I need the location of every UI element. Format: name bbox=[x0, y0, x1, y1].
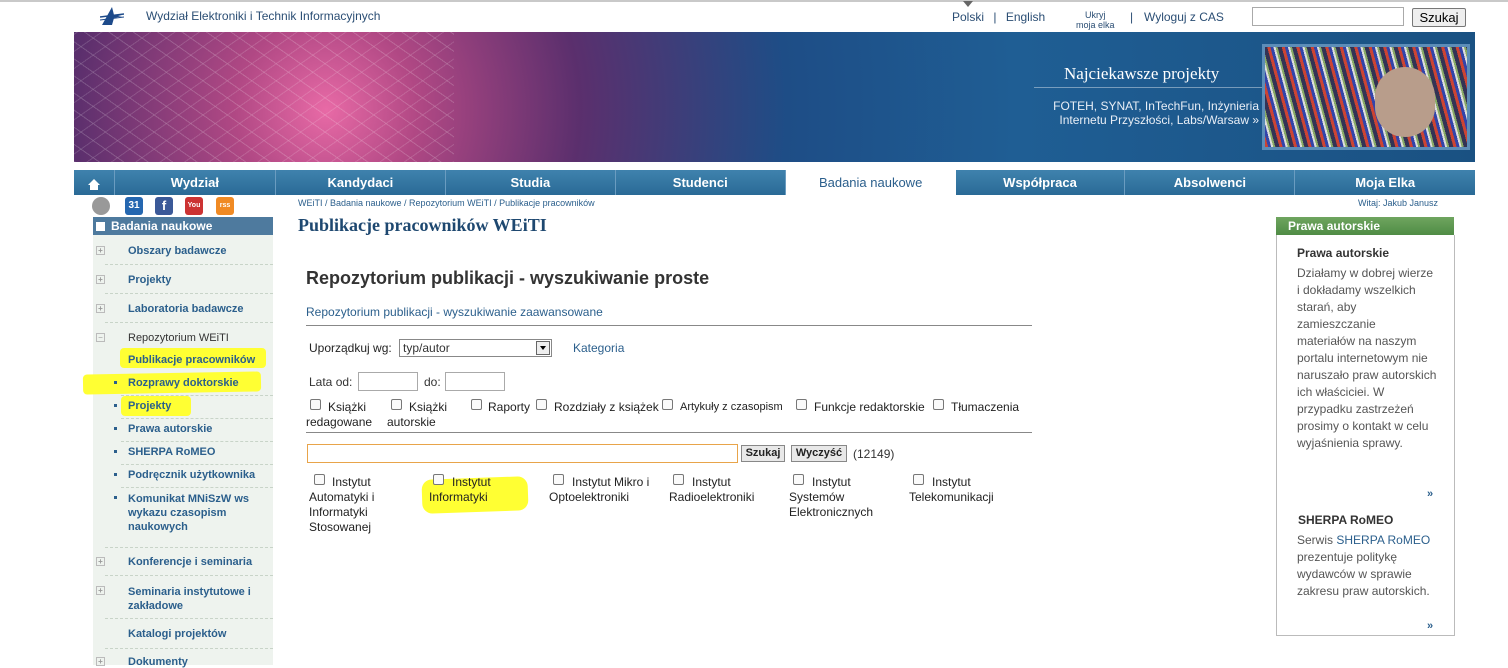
years-from-label: Lata od: bbox=[309, 375, 353, 389]
nav-absolwenci[interactable]: Absolwenci bbox=[1125, 170, 1296, 195]
right-panel-header: Prawa autorskie bbox=[1276, 217, 1454, 235]
copyright-text: Działamy w dobrej wierze i dokładamy wsz… bbox=[1297, 266, 1437, 450]
logout-link[interactable]: Wyloguj z CAS bbox=[1144, 10, 1224, 24]
sherpa-link[interactable]: SHERPA RoMEO bbox=[1336, 533, 1430, 547]
result-count: (12149) bbox=[853, 447, 895, 461]
type-checkbox-funkcje[interactable] bbox=[796, 399, 807, 410]
lang-english-link[interactable]: English bbox=[1006, 10, 1045, 24]
copyright-more-link[interactable]: » bbox=[1427, 488, 1433, 500]
nav-studenci[interactable]: Studenci bbox=[615, 170, 786, 195]
banner: Najciekawsze projekty FOTEH, SYNAT, InTe… bbox=[74, 32, 1475, 162]
institute-label: Instytut Informatyki bbox=[429, 475, 491, 504]
welcome-user[interactable]: Witaj: Jakub Janusz bbox=[1358, 198, 1438, 208]
sherpa-title: SHERPA RoMEO bbox=[1298, 513, 1394, 527]
collapse-icon[interactable]: − bbox=[96, 333, 105, 342]
search-button[interactable]: Szukaj bbox=[741, 445, 785, 462]
calendar-icon[interactable]: 31 bbox=[125, 197, 143, 215]
banner-graphic bbox=[74, 32, 454, 162]
logout-separator: | bbox=[1130, 10, 1134, 24]
institute-label: Instytut Automatyki i Informatyki Stosow… bbox=[309, 475, 375, 534]
rss-icon[interactable]: rss bbox=[216, 197, 234, 215]
type-checkbox-rozdzialy[interactable] bbox=[536, 399, 547, 410]
sort-label: Uporządkuj wg: bbox=[309, 341, 392, 355]
main-search-input[interactable] bbox=[307, 444, 738, 463]
type-label: Książki autorskie bbox=[387, 400, 448, 429]
institute-label: Instytut Mikro i Optoelektroniki bbox=[549, 475, 650, 504]
hide-line1: Ukryj bbox=[1085, 10, 1106, 20]
home-icon bbox=[87, 179, 100, 190]
sherpa-more-link[interactable]: » bbox=[1427, 620, 1433, 632]
nav-wydzial[interactable]: Wydział bbox=[114, 170, 276, 195]
sidebar: + Obszary badawcze + Projekty + Laboratoria… bbox=[82, 235, 273, 668]
top-border bbox=[0, 0, 1508, 2]
type-checkbox-raporty[interactable] bbox=[471, 399, 482, 410]
breadcrumb[interactable]: WEiTI / Badania naukowe / Repozytorium W… bbox=[298, 198, 595, 208]
banner-title: Najciekawsze projekty bbox=[1064, 64, 1220, 83]
divider bbox=[306, 325, 1032, 326]
institute-label: Instytut Radioelektroniki bbox=[669, 475, 755, 504]
expand-icon[interactable]: + bbox=[96, 275, 105, 284]
sidebar-title: Badania naukowe bbox=[111, 219, 213, 233]
copyright-title: Prawa autorskie bbox=[1297, 246, 1390, 260]
language-switcher: Polski | English bbox=[952, 10, 1051, 24]
youtube-icon[interactable]: You bbox=[185, 197, 203, 215]
lang-caret-icon bbox=[963, 1, 973, 7]
type-label: Książki redagowane bbox=[306, 400, 373, 429]
expand-icon[interactable]: + bbox=[96, 246, 105, 255]
sort-select-value: typ/autor bbox=[403, 341, 450, 355]
top-search-input[interactable] bbox=[1252, 7, 1404, 26]
top-search-button[interactable]: Szukaj bbox=[1412, 8, 1466, 27]
type-label: Tłumaczenia bbox=[951, 400, 1020, 414]
years-from-input[interactable] bbox=[358, 372, 418, 391]
institute-label: Instytut Telekomunikacji bbox=[909, 475, 994, 504]
chevron-down-icon[interactable] bbox=[536, 341, 550, 355]
nav-moja-elka[interactable]: Moja Elka bbox=[1295, 170, 1475, 195]
sort-select[interactable]: typ/autor bbox=[399, 339, 552, 357]
faculty-name-link[interactable]: Wydział Elektroniki i Technik Informacyj… bbox=[146, 9, 380, 23]
page-title: Publikacje pracowników WEiTI bbox=[298, 215, 547, 235]
banner-divider bbox=[1034, 87, 1262, 88]
years-to-label: do: bbox=[424, 375, 441, 389]
type-label: Rozdziały z książek bbox=[554, 400, 659, 414]
nav-badania-naukowe[interactable]: Badania naukowe bbox=[785, 170, 956, 195]
nav-kandydaci[interactable]: Kandydaci bbox=[275, 170, 446, 195]
sidebar-header: Badania naukowe bbox=[93, 217, 273, 235]
banner-photo[interactable] bbox=[1262, 44, 1470, 150]
years-to-input[interactable] bbox=[445, 372, 505, 391]
type-label: Funkcje redaktorskie bbox=[814, 400, 925, 414]
divider bbox=[306, 432, 1032, 433]
type-label: Raporty bbox=[488, 400, 531, 414]
search-title: Repozytorium publikacji - wyszukiwanie p… bbox=[306, 268, 710, 288]
type-checkbox-tlumaczenia[interactable] bbox=[933, 399, 944, 410]
nav-wspolpraca[interactable]: Współpraca bbox=[955, 170, 1126, 195]
banner-description-link[interactable]: FOTEH, SYNAT, InTechFun, Inżynieria Inte… bbox=[1039, 99, 1259, 127]
lang-polish-link[interactable]: Polski bbox=[952, 10, 984, 24]
facebook-icon[interactable]: f bbox=[155, 197, 173, 215]
clear-button[interactable]: Wyczyść bbox=[791, 445, 847, 462]
sherpa-text: Serwis SHERPA RoMEO prezentuje politykę … bbox=[1297, 533, 1431, 598]
nav-home[interactable] bbox=[74, 170, 115, 195]
expand-icon[interactable]: + bbox=[96, 304, 105, 313]
category-link[interactable]: Kategoria bbox=[573, 341, 624, 355]
type-label: Artykuły z czasopism bbox=[680, 401, 783, 413]
nav-studia[interactable]: Studia bbox=[445, 170, 616, 195]
pw-seal-icon[interactable] bbox=[92, 197, 110, 215]
faculty-logo-icon[interactable] bbox=[100, 5, 124, 27]
expand-icon[interactable]: + bbox=[96, 557, 105, 566]
collapse-icon[interactable] bbox=[96, 222, 105, 231]
type-checkbox-artykuly[interactable] bbox=[662, 399, 673, 410]
main-nav: Wydział Kandydaci Studia Studenci Badani… bbox=[74, 170, 1475, 195]
expand-icon[interactable]: + bbox=[96, 586, 105, 595]
hide-moja-elka-link[interactable]: Ukryj moja elka bbox=[1076, 10, 1115, 30]
institute-label: Instytut Systemów Elektronicznych bbox=[789, 475, 874, 519]
lang-separator: | bbox=[993, 10, 997, 24]
hide-line2: moja elka bbox=[1076, 20, 1115, 30]
advanced-search-link[interactable]: Repozytorium publikacji - wyszukiwanie z… bbox=[306, 305, 603, 319]
